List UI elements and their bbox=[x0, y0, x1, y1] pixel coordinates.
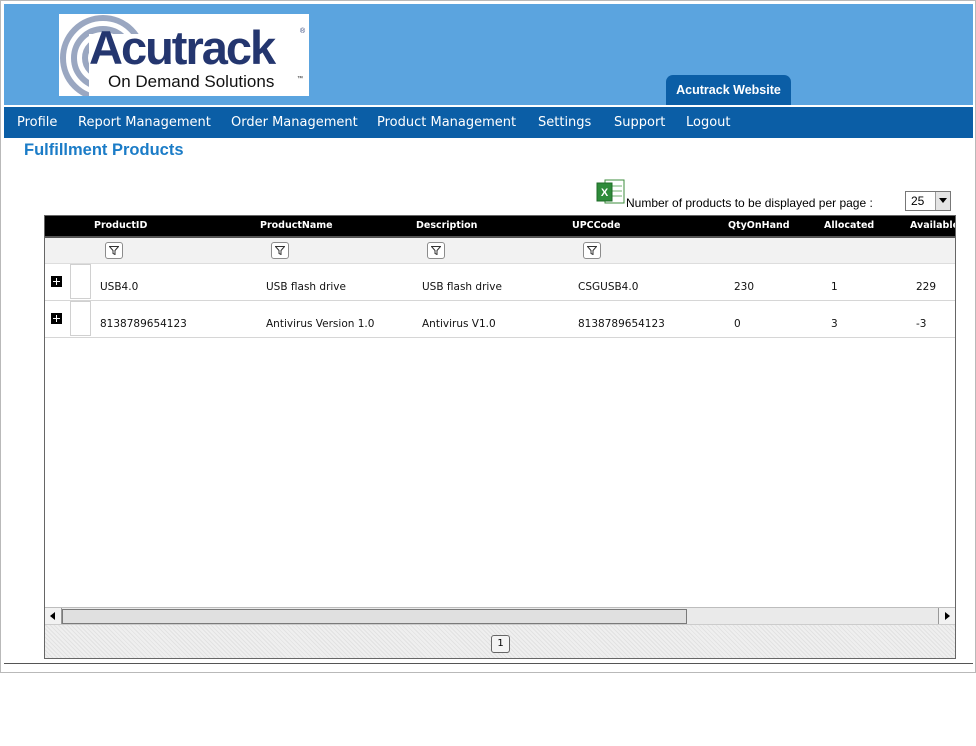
cell-qtyonhand: 0 bbox=[734, 318, 741, 330]
filter-icon[interactable] bbox=[583, 242, 601, 259]
nav-item-product-management[interactable]: Product Management bbox=[377, 107, 516, 138]
scroll-right-icon[interactable] bbox=[938, 608, 955, 624]
filter-icon[interactable] bbox=[271, 242, 289, 259]
column-header-upccode[interactable]: UPCCode bbox=[572, 220, 620, 231]
excel-export-icon[interactable]: X bbox=[596, 177, 626, 207]
grid-header-row: ProductID ProductName Description UPCCod… bbox=[45, 216, 955, 238]
nav-item-profile[interactable]: Profile bbox=[17, 107, 57, 138]
expand-row-icon[interactable] bbox=[51, 276, 62, 287]
site-header: Acutrack ® On Demand Solutions ™ Acutrac… bbox=[4, 4, 973, 105]
scrollbar-thumb[interactable] bbox=[62, 609, 687, 624]
per-page-label: Number of products to be displayed per p… bbox=[626, 196, 873, 210]
filter-icon[interactable] bbox=[105, 242, 123, 259]
svg-text:X: X bbox=[601, 187, 609, 199]
nav-item-report-management[interactable]: Report Management bbox=[78, 107, 211, 138]
per-page-value: 25 bbox=[911, 194, 925, 208]
cell-available: 229 bbox=[916, 281, 937, 293]
per-page-select[interactable]: 25 bbox=[905, 191, 951, 211]
nav-item-order-management[interactable]: Order Management bbox=[231, 107, 358, 138]
scroll-left-icon[interactable] bbox=[45, 608, 62, 624]
cell-qtyonhand: 230 bbox=[734, 281, 755, 293]
cell-productid: USB4.0 bbox=[100, 281, 139, 293]
cell-description: USB flash drive bbox=[422, 281, 502, 293]
cell-productid: 8138789654123 bbox=[100, 318, 187, 330]
main-nav: Profile Report Management Order Manageme… bbox=[4, 107, 973, 138]
logo-trademark: ™ bbox=[297, 76, 303, 82]
column-header-available[interactable]: Available bbox=[910, 220, 955, 231]
cell-productname: Antivirus Version 1.0 bbox=[266, 318, 375, 330]
cell-productname: USB flash drive bbox=[266, 281, 346, 293]
cell-description: Antivirus V1.0 bbox=[422, 318, 496, 330]
nav-item-support[interactable]: Support bbox=[614, 107, 665, 138]
column-header-allocated[interactable]: Allocated bbox=[824, 220, 874, 231]
acutrack-logo[interactable]: Acutrack ® On Demand Solutions ™ bbox=[59, 14, 309, 96]
page-number-button[interactable]: 1 bbox=[491, 635, 510, 653]
logo-wordmark: Acutrack bbox=[89, 21, 276, 74]
cell-upccode: CSGUSB4.0 bbox=[578, 281, 639, 293]
cell-allocated: 3 bbox=[831, 318, 838, 330]
expand-row-icon[interactable] bbox=[51, 313, 62, 324]
cell-available: -3 bbox=[916, 318, 927, 330]
column-header-qtyonhand[interactable]: QtyOnHand bbox=[728, 220, 790, 231]
column-header-description[interactable]: Description bbox=[416, 220, 477, 231]
page-frame: Acutrack ® On Demand Solutions ™ Acutrac… bbox=[0, 0, 976, 673]
table-row[interactable]: 8138789654123 Antivirus Version 1.0 Anti… bbox=[45, 301, 955, 338]
footer-divider bbox=[4, 663, 973, 664]
cell-upccode: 8138789654123 bbox=[578, 318, 665, 330]
row-select-cell[interactable] bbox=[70, 264, 91, 299]
horizontal-scrollbar[interactable] bbox=[45, 607, 955, 624]
grid-filter-row bbox=[45, 238, 955, 264]
row-select-cell[interactable] bbox=[70, 301, 91, 336]
table-row[interactable]: USB4.0 USB flash drive USB flash drive C… bbox=[45, 264, 955, 301]
nav-item-settings[interactable]: Settings bbox=[538, 107, 591, 138]
page-title: Fulfillment Products bbox=[24, 141, 184, 159]
products-grid: ProductID ProductName Description UPCCod… bbox=[44, 215, 956, 659]
logo-tagline: On Demand Solutions bbox=[108, 72, 275, 91]
grid-pager: 1 bbox=[45, 624, 955, 658]
chevron-down-icon[interactable] bbox=[935, 192, 950, 210]
column-header-productid[interactable]: ProductID bbox=[94, 220, 147, 231]
acutrack-website-tab[interactable]: Acutrack Website bbox=[666, 75, 791, 105]
column-header-productname[interactable]: ProductName bbox=[260, 220, 333, 231]
cell-allocated: 1 bbox=[831, 281, 838, 293]
filter-icon[interactable] bbox=[427, 242, 445, 259]
nav-item-logout[interactable]: Logout bbox=[686, 107, 731, 138]
logo-registered-mark: ® bbox=[300, 28, 306, 35]
